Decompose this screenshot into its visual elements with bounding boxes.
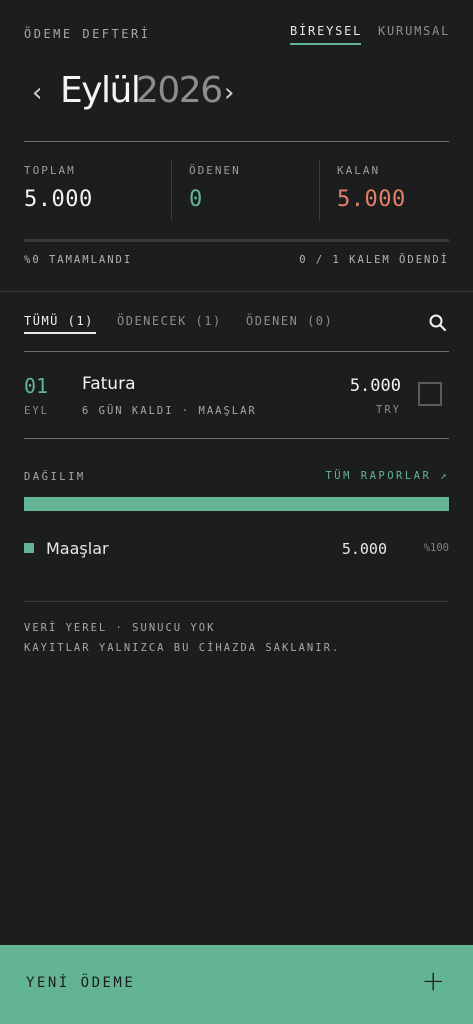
paid-checkbox[interactable]: [418, 382, 442, 406]
search-icon[interactable]: [428, 313, 448, 333]
distribution-label: DAĞILIM: [24, 471, 86, 483]
tab-all[interactable]: TÜMÜ (1): [24, 314, 94, 328]
item-subtitle: 6 GÜN KALDI · MAAŞLAR: [82, 405, 257, 417]
section-divider: [0, 291, 473, 292]
legend-swatch: [24, 543, 34, 553]
total-value: 5.000: [24, 187, 93, 212]
info-line-1: VERİ YEREL · SUNUCU YOK: [24, 622, 216, 634]
stat-divider: [171, 160, 172, 220]
tab-paid[interactable]: ÖDENEN (0): [246, 314, 333, 328]
list-item[interactable]: [0, 352, 473, 438]
paid-value: 0: [189, 187, 203, 212]
stat-divider: [319, 160, 320, 220]
tab-active-indicator: [24, 332, 96, 334]
section-divider: [24, 601, 449, 602]
remaining-value: 5.000: [337, 187, 406, 212]
all-reports-link[interactable]: TÜM RAPORLAR ↗: [325, 470, 449, 482]
legend-name: Maaşlar: [46, 539, 109, 558]
app-title: ÖDEME DEFTERİ: [24, 27, 151, 41]
info-line-2: KAYITLAR YALNIZCA BU CİHAZDA SAKLANIR.: [24, 642, 341, 654]
progress-track: [24, 239, 449, 242]
divider: [24, 438, 449, 439]
paid-label: ÖDENEN: [189, 164, 241, 177]
plus-icon: +: [421, 964, 445, 997]
item-amount: 5.000: [349, 376, 401, 396]
items-paid-text: 0 / 1 KALEM ÖDENDİ: [299, 254, 449, 266]
item-day: 01: [24, 374, 49, 398]
divider: [24, 141, 449, 142]
distribution-bar: [24, 497, 449, 511]
progress-text: %0 TAMAMLANDI: [24, 254, 133, 266]
legend-percent: %100: [423, 542, 449, 554]
month-year: 2026: [136, 70, 223, 111]
legend-amount: 5.000: [341, 540, 387, 558]
remaining-label: KALAN: [337, 164, 381, 177]
item-month: EYL: [24, 405, 49, 417]
segment-individual[interactable]: BİREYSEL: [290, 24, 362, 38]
new-payment-label: YENİ ÖDEME: [26, 975, 136, 991]
segment-active-indicator: [290, 43, 361, 45]
chevron-right-icon[interactable]: ›: [224, 78, 234, 108]
total-label: TOPLAM: [24, 164, 76, 177]
tab-to-pay[interactable]: ÖDENECEK (1): [117, 314, 222, 328]
chevron-left-icon[interactable]: ‹: [32, 78, 42, 108]
month-name: Eylül: [60, 70, 141, 111]
segment-corporate[interactable]: KURUMSAL: [378, 24, 450, 38]
item-currency: TRY: [376, 404, 401, 416]
item-title: Fatura: [82, 374, 136, 394]
